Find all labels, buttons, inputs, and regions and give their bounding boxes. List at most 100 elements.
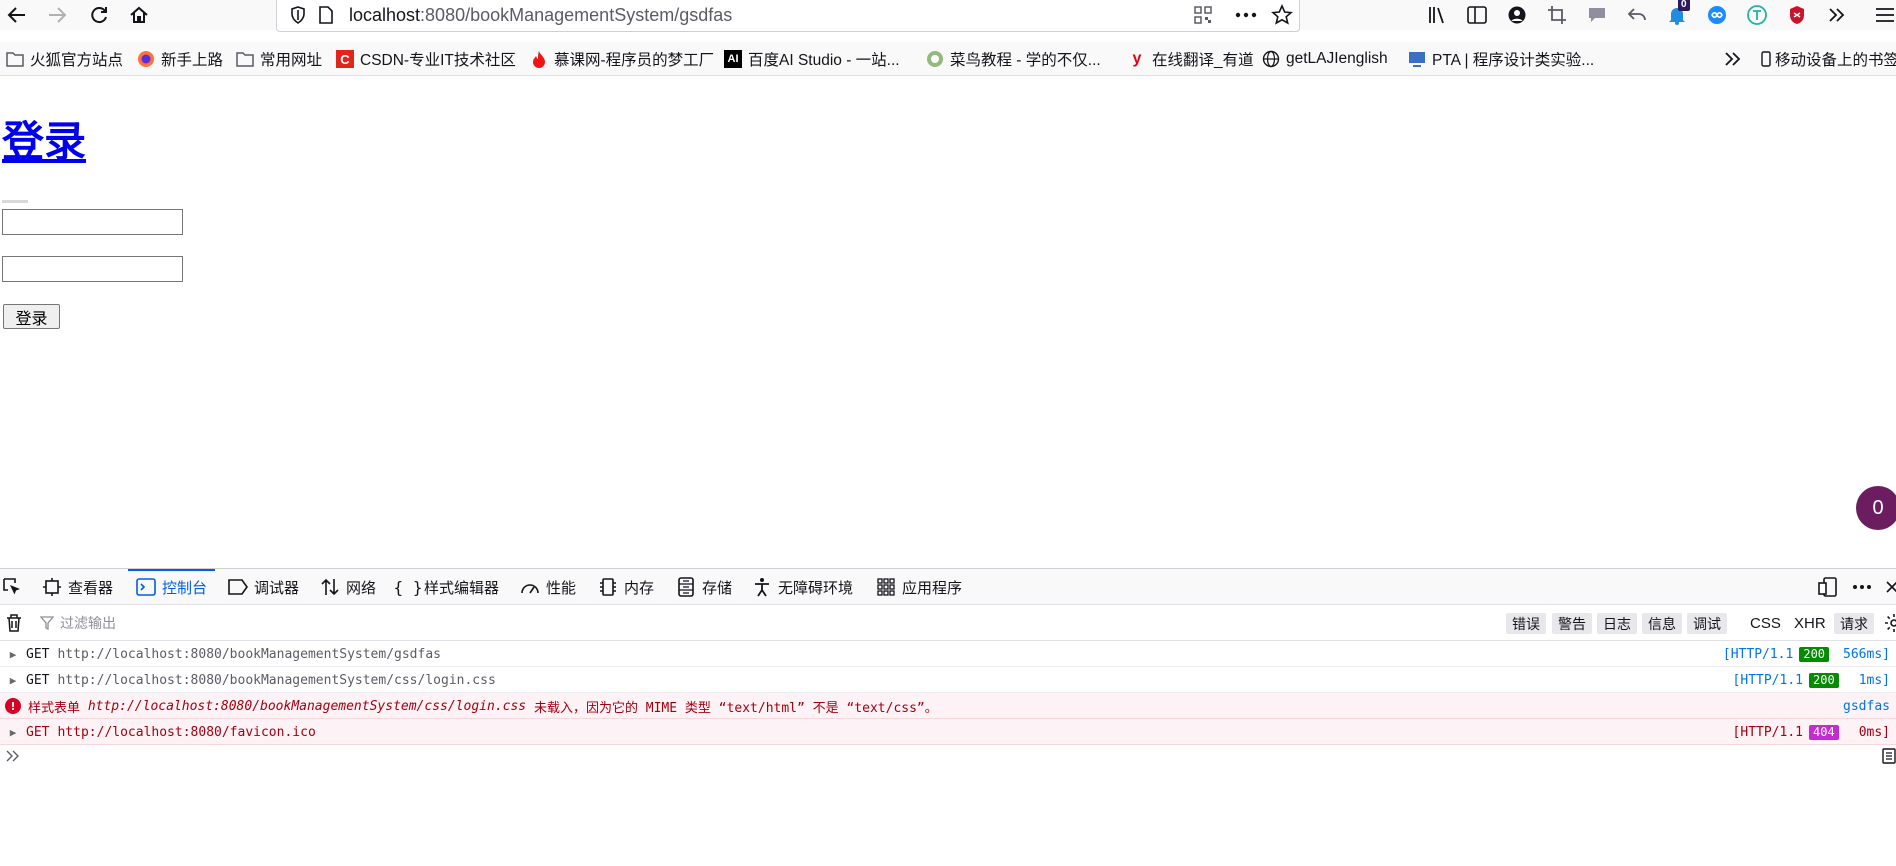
message-source-link[interactable]: gsdfas (1843, 699, 1890, 714)
library-icon[interactable] (1426, 4, 1448, 26)
expand-triangle-icon[interactable]: ▶ (0, 719, 26, 745)
page-title[interactable]: 登录 (2, 108, 86, 169)
filter-placeholder: 过滤输出 (60, 615, 116, 631)
folder-icon (6, 50, 24, 68)
console-error-row[interactable]: ! 样式表单 http://localhost:8080/bookManagem… (0, 693, 1896, 719)
filter-css-button[interactable]: CSS (1750, 613, 1781, 634)
bookmark-item[interactable]: 常用网址 (236, 46, 322, 72)
tab-performance[interactable]: 性能 (520, 569, 576, 605)
memory-icon (598, 577, 618, 597)
filter-xhr-button[interactable]: XHR (1794, 613, 1826, 634)
accessibility-icon (752, 577, 772, 597)
firefox-icon (137, 50, 155, 68)
undo-arrow-icon[interactable] (1626, 4, 1648, 26)
bookmark-item[interactable]: 新手上路 (137, 46, 223, 72)
status-badge: 200 (1809, 672, 1839, 688)
url-bar[interactable]: localhost:8080/bookManagementSystem/gsdf… (276, 0, 1300, 32)
bookmark-item[interactable]: 菜鸟教程 - 学的不仅... (926, 46, 1101, 72)
bookmark-star-icon[interactable] (1271, 4, 1293, 26)
console-input-row[interactable] (0, 743, 1896, 769)
tab-application[interactable]: 应用程序 (876, 569, 962, 605)
request-url[interactable]: http://localhost:8080/bookManagementSyst… (57, 647, 441, 662)
page-actions-icon[interactable] (1235, 4, 1257, 26)
bookmark-item[interactable]: y 在线翻译_有道 (1128, 46, 1254, 72)
reload-button[interactable] (84, 0, 114, 30)
storage-icon (676, 577, 696, 597)
console-settings-button[interactable] (1884, 613, 1896, 633)
back-button[interactable] (2, 0, 32, 30)
level-info-button[interactable]: 信息 (1642, 613, 1682, 634)
password-input[interactable] (2, 256, 183, 282)
bookmark-item[interactable]: 火狐官方站点 (6, 46, 123, 72)
console-error-row[interactable]: ▶ GET http://localhost:8080/favicon.ico … (0, 719, 1896, 745)
tab-inspector[interactable]: 查看器 (42, 569, 113, 605)
translate-extension-icon[interactable] (1746, 4, 1768, 26)
devtools-panel: 查看器 控制台 调试器 网络 { } 样式编辑器 性能 内存 存储 无障碍环境 … (0, 568, 1896, 866)
bookmark-label: 慕课网-程序员的梦工厂 (554, 52, 715, 69)
account-icon[interactable] (1506, 4, 1528, 26)
responsive-design-icon (1818, 577, 1838, 597)
level-warnings-button[interactable]: 警告 (1552, 613, 1592, 634)
bookmark-label: 常用网址 (260, 52, 323, 69)
ublock-shield-icon[interactable] (1786, 4, 1808, 26)
console-message-row[interactable]: ▶ GET http://localhost:8080/bookManageme… (0, 641, 1896, 667)
devtools-options-button[interactable] (1852, 569, 1872, 605)
filter-requests-button[interactable]: 请求 (1834, 613, 1874, 634)
username-input[interactable] (2, 209, 183, 235)
tab-debugger[interactable]: 调试器 (228, 569, 299, 605)
console-message-row[interactable]: ▶ GET http://localhost:8080/bookManageme… (0, 667, 1896, 693)
close-icon (1882, 577, 1896, 597)
expand-triangle-icon[interactable]: ▶ (0, 641, 26, 667)
network-icon (320, 577, 340, 597)
home-button[interactable] (124, 0, 154, 30)
bookmark-label: CSDN-专业IT技术社区 (360, 52, 516, 69)
notification-bell-icon[interactable]: 0 (1666, 0, 1690, 26)
forward-button[interactable] (42, 0, 72, 30)
hamburger-menu-icon[interactable] (1874, 4, 1896, 26)
tab-network[interactable]: 网络 (320, 569, 376, 605)
sidebar-icon[interactable] (1466, 4, 1488, 26)
level-logs-button[interactable]: 日志 (1597, 613, 1637, 634)
clear-console-button[interactable] (2, 611, 26, 635)
bookmark-item[interactable]: 慕课网-程序员的梦工厂 (530, 46, 714, 72)
tab-memory[interactable]: 内存 (598, 569, 654, 605)
page-info-icon[interactable] (315, 4, 337, 26)
floating-counter-badge[interactable]: 0 (1856, 486, 1896, 530)
tab-console[interactable]: 控制台 (127, 569, 216, 605)
bookmark-item[interactable]: AI 百度AI Studio - 一站... (724, 46, 900, 72)
tab-label: 控制台 (162, 579, 208, 597)
expand-triangle-icon[interactable]: ▶ (0, 667, 26, 693)
tab-storage[interactable]: 存储 (676, 569, 732, 605)
style-editor-icon: { } (393, 577, 423, 597)
bookmarks-overflow-button[interactable] (1724, 46, 1742, 72)
bookmark-item[interactable]: PTA | 程序设计类实验... (1408, 46, 1594, 72)
tracking-shield-icon[interactable] (287, 4, 309, 26)
responsive-design-button[interactable] (1818, 569, 1838, 605)
bookmark-item[interactable]: getLAJIenglish (1262, 46, 1388, 72)
mobile-bookmarks-item[interactable]: 移动设备上的书签 (1760, 46, 1896, 72)
trash-icon (7, 614, 21, 632)
chat-bubble-icon[interactable] (1586, 4, 1608, 26)
devtools-close-button[interactable] (1882, 569, 1896, 605)
editor-mode-toggle-icon[interactable] (1882, 748, 1896, 768)
bookmark-label: 菜鸟教程 - 学的不仅... (950, 52, 1101, 69)
request-url[interactable]: http://localhost:8080/favicon.ico (57, 725, 315, 740)
tab-accessibility[interactable]: 无障碍环境 (752, 569, 853, 605)
level-errors-button[interactable]: 错误 (1506, 613, 1546, 634)
request-url[interactable]: http://localhost:8080/bookManagementSyst… (57, 673, 495, 688)
level-debug-button[interactable]: 调试 (1687, 613, 1727, 634)
login-button[interactable]: 登录 (3, 304, 60, 329)
infinity-extension-icon[interactable] (1706, 4, 1728, 26)
filter-output-input[interactable]: 过滤输出 (40, 613, 440, 633)
bookmark-item[interactable]: C CSDN-专业IT技术社区 (336, 46, 516, 72)
overflow-chevron-icon[interactable] (1826, 4, 1848, 26)
error-stylesheet-url[interactable]: http://localhost:8080/bookManagementSyst… (88, 699, 526, 714)
protocol: [HTTP/1.1 (1722, 646, 1794, 662)
tab-label: 内存 (624, 579, 655, 597)
tab-style-editor[interactable]: { } 样式编辑器 (393, 569, 499, 605)
request-duration: 566ms] (1843, 646, 1890, 662)
element-picker-button[interactable] (2, 569, 22, 605)
qr-code-icon[interactable] (1192, 4, 1214, 26)
screenshot-crop-icon[interactable] (1546, 4, 1568, 26)
url-host: localhost (349, 5, 421, 25)
